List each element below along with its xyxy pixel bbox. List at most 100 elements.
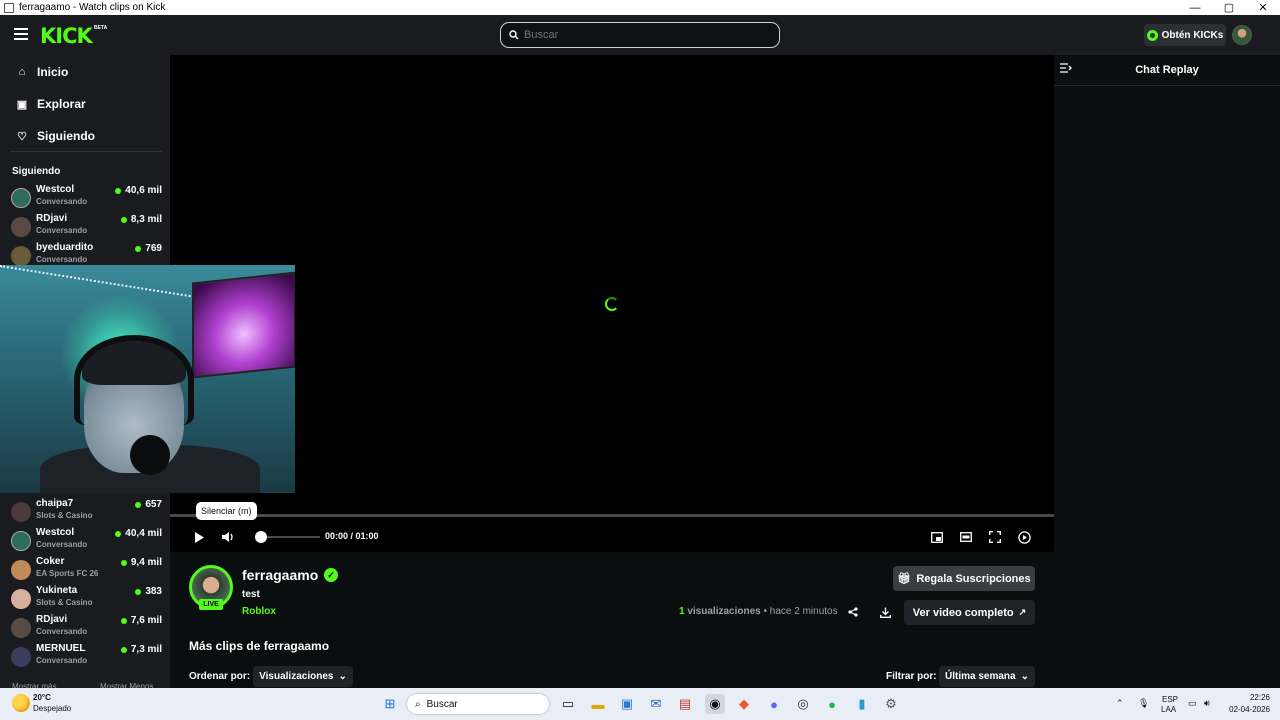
kick-favicon-icon bbox=[4, 2, 14, 13]
followed-channel-item[interactable]: MERNUEL Conversando 7,3 mil bbox=[10, 642, 162, 670]
followed-channel-item[interactable]: Westcol Conversando 40,6 mil bbox=[10, 183, 162, 211]
windows-start-icon[interactable]: ⊞ bbox=[380, 694, 400, 714]
store-icon[interactable]: ▣ bbox=[617, 694, 637, 714]
miniplayer-button[interactable] bbox=[928, 528, 946, 546]
viewer-count: 383 bbox=[135, 586, 162, 597]
fullscreen-icon bbox=[989, 531, 1001, 543]
followed-channel-item[interactable]: Yukineta Slots & Casino 383 bbox=[10, 584, 162, 612]
microphone-icon[interactable]: 🎙︎ bbox=[1138, 698, 1149, 709]
time-display: 00:00 / 01:00 bbox=[325, 531, 379, 541]
followed-channel-item[interactable]: Westcol Conversando 40,4 mil bbox=[10, 526, 162, 554]
volume-icon bbox=[221, 532, 233, 542]
spotify-icon[interactable]: ● bbox=[822, 694, 842, 714]
chevron-down-icon: ⌄ bbox=[1020, 671, 1029, 682]
channel-name-link[interactable]: ferragaamo bbox=[242, 567, 318, 583]
download-button[interactable] bbox=[877, 604, 893, 620]
channel-category: Conversando bbox=[36, 656, 88, 665]
views-label: visualizaciones bbox=[687, 606, 761, 617]
close-window-button[interactable]: ✕ bbox=[1246, 0, 1280, 15]
search-bar[interactable] bbox=[500, 22, 780, 48]
nav-explorar[interactable]: ▣ Explorar bbox=[0, 89, 170, 119]
viewer-count-text: 7,3 mil bbox=[130, 644, 162, 655]
weather-sun-icon[interactable] bbox=[12, 694, 30, 712]
menu-icon[interactable] bbox=[14, 28, 28, 40]
monitor-screen bbox=[192, 271, 295, 379]
viewer-count: 40,4 mil bbox=[115, 528, 162, 539]
maximize-button[interactable]: ▢ bbox=[1212, 0, 1246, 15]
tray-chevron-up-icon[interactable]: ⌃ bbox=[1116, 698, 1124, 709]
category-link[interactable]: Roblox bbox=[242, 606, 276, 617]
video-player[interactable]: Silenciar (m) 00:00 / 01:00 bbox=[170, 55, 1054, 552]
user-avatar[interactable] bbox=[1232, 25, 1252, 45]
filter-by-dropdown[interactable]: Última semana ⌄ bbox=[939, 666, 1035, 687]
followed-channel-item[interactable]: RDjavi Conversando 8,3 mil bbox=[10, 212, 162, 240]
views-count: 1 bbox=[679, 606, 685, 617]
theater-icon bbox=[960, 532, 972, 542]
discord-icon[interactable]: ● bbox=[764, 694, 784, 714]
sidebar-divider bbox=[10, 151, 162, 152]
display-icon[interactable]: ▭ bbox=[1188, 698, 1197, 709]
file-explorer-icon[interactable]: ▬ bbox=[588, 694, 608, 714]
kick-logo[interactable]: KICK bbox=[40, 24, 93, 48]
mute-tooltip: Silenciar (m) bbox=[196, 502, 257, 520]
channel-name: Coker bbox=[36, 556, 65, 567]
channel-avatar bbox=[11, 560, 31, 580]
settings-icon[interactable]: ⚙ bbox=[881, 694, 901, 714]
followed-channel-item[interactable]: Coker EA Sports FC 26 9,4 mil bbox=[10, 555, 162, 583]
playback-speed-button[interactable] bbox=[1015, 528, 1033, 546]
speaker-icon[interactable]: 🔊︎ bbox=[1204, 698, 1210, 709]
chat-header: Chat Replay bbox=[1054, 55, 1280, 86]
gift-subs-button[interactable]: 🎁︎ Regala Suscripciones bbox=[893, 566, 1035, 591]
live-dot-icon bbox=[115, 187, 122, 194]
channel-name: chaipa7 bbox=[36, 498, 74, 509]
volume-slider-knob[interactable] bbox=[255, 531, 267, 543]
channel-avatar bbox=[11, 531, 31, 551]
clip-views-info: 1 visualizaciones • hace 2 minutos bbox=[679, 606, 838, 617]
channel-category: Slots & Casino bbox=[36, 598, 93, 607]
followed-channel-item[interactable]: chaipa7 Slots & Casino 657 bbox=[10, 497, 162, 525]
nav-inicio[interactable]: ⌂ Inicio bbox=[0, 57, 170, 87]
task-view-icon[interactable]: ▭ bbox=[558, 694, 578, 714]
minimize-button[interactable]: — bbox=[1178, 0, 1212, 15]
input-layout[interactable]: LAA bbox=[1161, 705, 1176, 714]
viewer-count-text: 8,3 mil bbox=[130, 214, 162, 225]
viewer-count: 9,4 mil bbox=[120, 557, 162, 568]
live-dot-icon bbox=[135, 245, 142, 252]
channel-avatar bbox=[11, 589, 31, 609]
followed-channel-item[interactable]: RDjavi Conversando 7,6 mil bbox=[10, 613, 162, 641]
input-language[interactable]: ESP bbox=[1162, 695, 1178, 704]
brave-icon[interactable]: ◆ bbox=[734, 694, 754, 714]
mute-button[interactable] bbox=[219, 528, 237, 546]
viewer-count-text: 9,4 mil bbox=[130, 557, 162, 568]
watch-full-video-label: Ver video completo bbox=[912, 606, 1014, 619]
order-by-dropdown[interactable]: Visualizaciones ⌄ bbox=[253, 666, 353, 687]
live-dot-icon bbox=[120, 216, 127, 223]
viewer-count-text: 40,6 mil bbox=[125, 185, 162, 196]
channel-category: Conversando bbox=[36, 255, 88, 264]
weather-desc: Despejado bbox=[33, 704, 72, 713]
steam-icon[interactable]: ◎ bbox=[793, 694, 813, 714]
gift-subs-label: Regala Suscripciones bbox=[916, 572, 1031, 585]
share-button[interactable] bbox=[845, 604, 861, 620]
play-button[interactable] bbox=[190, 528, 208, 546]
app-f-icon[interactable]: ▮ bbox=[852, 694, 872, 714]
app-icon[interactable]: ▤ bbox=[675, 694, 695, 714]
theater-mode-button[interactable] bbox=[957, 528, 975, 546]
video-progress-bar[interactable] bbox=[170, 514, 1054, 517]
get-kicks-button[interactable]: Obtén KICKs bbox=[1144, 24, 1226, 46]
home-icon: ⌂ bbox=[18, 66, 26, 78]
top-header: KICK BETA Obtén KICKs bbox=[0, 15, 1280, 55]
obs-icon[interactable]: ◉ bbox=[705, 694, 725, 714]
fullscreen-button[interactable] bbox=[986, 528, 1004, 546]
outlook-icon[interactable]: ✉ bbox=[646, 694, 666, 714]
channel-category: Conversando bbox=[36, 226, 88, 235]
taskbar-search[interactable]: ⌕ Buscar bbox=[406, 693, 550, 715]
channel-avatar bbox=[11, 502, 31, 522]
search-input[interactable] bbox=[524, 29, 764, 41]
speed-icon bbox=[1017, 530, 1031, 544]
nav-siguiendo[interactable]: ♡ Siguiendo bbox=[0, 121, 170, 151]
watch-full-video-button[interactable]: Ver video completo ↗ bbox=[904, 600, 1035, 625]
clock-time[interactable]: 22:26 bbox=[1246, 693, 1270, 702]
channel-category: EA Sports FC 26 bbox=[36, 569, 99, 578]
clock-date[interactable]: 02-04-2026 bbox=[1224, 705, 1270, 714]
